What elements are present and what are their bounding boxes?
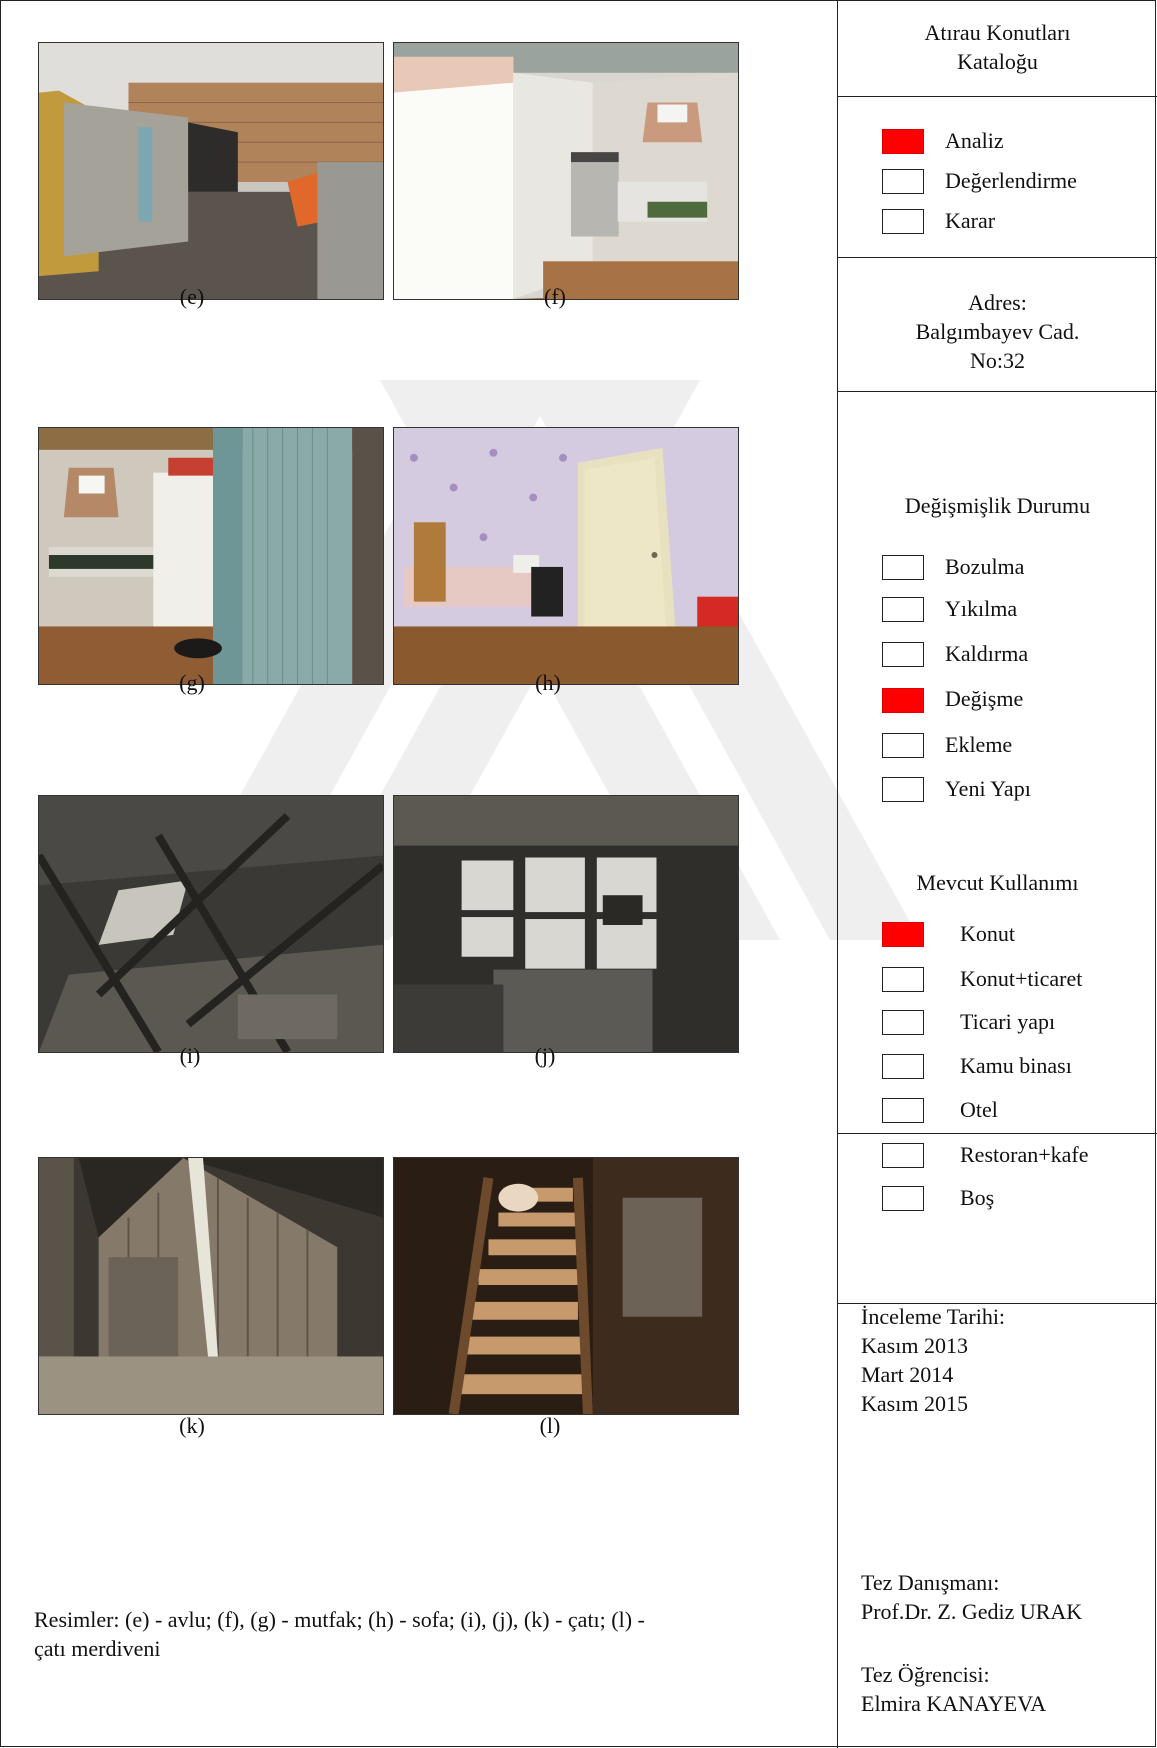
change-label: Bozulma (945, 554, 1025, 579)
advisor-name: Prof.Dr. Z. Gediz URAK (861, 1599, 1083, 1624)
photo-caption: (l) (539, 1413, 561, 1438)
title-line: Atırau Konutları (924, 20, 1071, 45)
student-name: Elmira KANAYEVA (861, 1691, 1047, 1716)
address-line: No:32 (970, 348, 1025, 373)
change-label: Ekleme (945, 732, 1013, 757)
photo-caption: (f) (544, 284, 566, 309)
address-line: Balgımbayev Cad. (915, 319, 1080, 344)
current-use-title: Mevcut Kullanımı (916, 870, 1079, 895)
change-label: Kaldırma (945, 641, 1029, 666)
advisor-block: Tez Danışmanı: Prof.Dr. Z. Gediz URAK (861, 1568, 1082, 1626)
inspection-date: Mart 2014 (861, 1362, 954, 1387)
checkbox-ekleme[interactable] (882, 733, 924, 758)
footnote-line: çatı merdiveni (34, 1636, 161, 1661)
checkbox-analiz[interactable] (882, 129, 924, 154)
photo-attic-roof (38, 795, 384, 1053)
stage-label: Değerlendirme (945, 168, 1077, 193)
catalog-title: Atırau Konutları Kataloğu (838, 18, 1157, 76)
inspection-block: İnceleme Tarihi: Kasım 2013 Mart 2014 Ka… (861, 1302, 1005, 1418)
address-line: Adres: (968, 290, 1027, 315)
change-label: Yıkılma (945, 596, 1018, 621)
use-label: Konut+ticaret (960, 966, 1083, 991)
advisor-title: Tez Danışmanı: (861, 1570, 1000, 1595)
checkbox-degisme[interactable] (882, 688, 924, 713)
checkbox-karar[interactable] (882, 209, 924, 234)
checkbox-konut-ticaret[interactable] (882, 967, 924, 992)
use-label: Kamu binası (960, 1053, 1072, 1078)
checkbox-konut[interactable] (882, 922, 924, 947)
photo-attic-stairs (393, 1157, 739, 1415)
photo-caption: (e) (179, 284, 205, 309)
change-status-title: Değişmişlik Durumu (904, 493, 1091, 518)
student-block: Tez Öğrencisi: Elmira KANAYEVA (861, 1660, 1046, 1718)
inspection-date: Kasım 2013 (861, 1333, 968, 1358)
photo-footnote: Resimler: (e) - avlu; (f), (g) - mutfak;… (34, 1605, 794, 1663)
inspection-title: İnceleme Tarihi: (861, 1304, 1006, 1329)
photo-caption: (j) (534, 1043, 556, 1068)
checkbox-kaldirma[interactable] (882, 642, 924, 667)
inspection-date: Kasım 2015 (861, 1391, 968, 1416)
stage-label: Analiz (945, 128, 1004, 153)
use-label: Boş (960, 1185, 995, 1210)
panel-rule (837, 96, 1157, 97)
photo-caption: (g) (179, 670, 205, 695)
checkbox-yeni-yapi[interactable] (882, 777, 924, 802)
change-label: Değişme (945, 686, 1024, 711)
photo-kitchen-window (393, 42, 739, 300)
checkbox-degerlendirme[interactable] (882, 169, 924, 194)
checkbox-yikilma[interactable] (882, 597, 924, 622)
checkbox-restoran-kafe[interactable] (882, 1143, 924, 1168)
stage-label: Karar (945, 208, 996, 233)
use-label: Ticari yapı (960, 1009, 1056, 1034)
photo-attic-window (393, 795, 739, 1053)
photo-caption: (h) (535, 670, 561, 695)
panel-rule (837, 391, 1157, 392)
photo-courtyard (38, 42, 384, 300)
checkbox-bozulma[interactable] (882, 555, 924, 580)
panel-rule (837, 257, 1157, 258)
photo-caption: (i) (179, 1043, 201, 1068)
footnote-line: Resimler: (e) - avlu; (f), (g) - mutfak;… (34, 1607, 645, 1632)
photo-caption: (k) (179, 1413, 205, 1438)
panel-rule (837, 1133, 1157, 1134)
checkbox-ticari-yapi[interactable] (882, 1010, 924, 1035)
use-label: Konut (960, 921, 1015, 946)
title-line: Kataloğu (957, 49, 1038, 74)
change-label: Yeni Yapı (945, 776, 1031, 801)
photo-kitchen-fridge (38, 427, 384, 685)
student-title: Tez Öğrencisi: (861, 1662, 990, 1687)
checkbox-kamu-binasi[interactable] (882, 1054, 924, 1079)
checkbox-otel[interactable] (882, 1098, 924, 1123)
use-label: Restoran+kafe (960, 1142, 1089, 1167)
address-block: Adres: Balgımbayev Cad. No:32 (838, 288, 1157, 375)
checkbox-bos[interactable] (882, 1186, 924, 1211)
photo-attic-gable (38, 1157, 384, 1415)
use-label: Otel (960, 1097, 998, 1122)
photo-sofa-room (393, 427, 739, 685)
